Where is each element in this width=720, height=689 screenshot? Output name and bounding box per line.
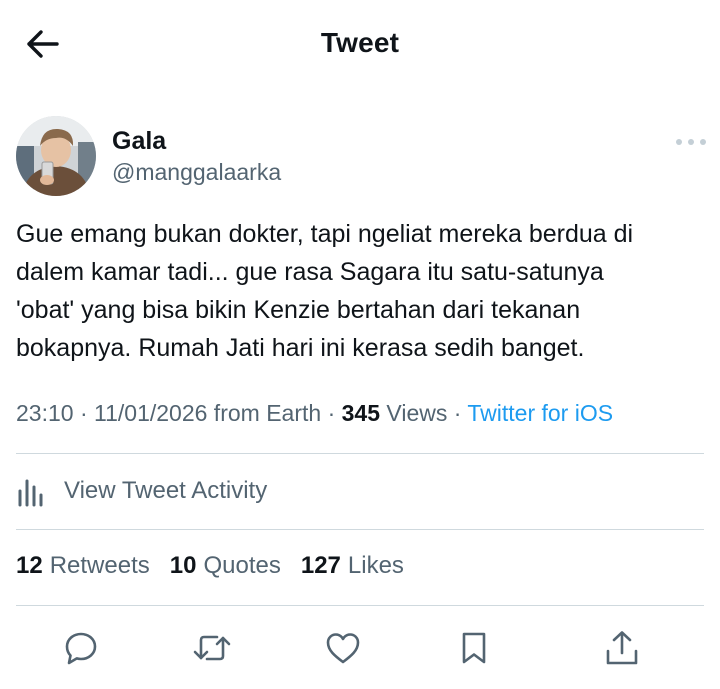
tweet-stats: 12 Retweets 10 Quotes 127 Likes bbox=[16, 552, 424, 584]
more-horizontal-icon bbox=[676, 139, 682, 145]
retweets-label: Retweets bbox=[49, 552, 150, 579]
likes-label: Likes bbox=[347, 552, 404, 579]
more-horizontal-icon-dot bbox=[700, 139, 706, 145]
tweet-date[interactable]: 11/01/2026 from Earth bbox=[94, 400, 321, 426]
meta-separator: · bbox=[321, 400, 342, 426]
display-name[interactable]: Gala bbox=[112, 127, 166, 156]
meta-separator: · bbox=[73, 400, 95, 426]
analytics-bars-icon bbox=[16, 471, 56, 511]
quotes-label: Quotes bbox=[203, 552, 281, 579]
divider bbox=[16, 453, 704, 454]
retweets-stat[interactable]: 12 Retweets bbox=[16, 552, 150, 580]
avatar[interactable] bbox=[16, 116, 96, 196]
more-options-button[interactable] bbox=[676, 132, 706, 152]
tweet-time[interactable]: 23:10 bbox=[16, 400, 74, 426]
reply-icon bbox=[65, 632, 97, 665]
reply-button[interactable] bbox=[59, 626, 103, 670]
top-bar: Tweet bbox=[0, 0, 720, 88]
tweet-text: Gue emang bukan dokter, tapi ngeliat mer… bbox=[16, 220, 634, 362]
divider bbox=[16, 605, 704, 606]
user-handle[interactable]: @manggalaarka bbox=[112, 159, 281, 186]
share-icon bbox=[606, 631, 638, 665]
bookmark-icon bbox=[462, 632, 486, 664]
retweets-count: 12 bbox=[16, 552, 43, 579]
page-title: Tweet bbox=[320, 27, 400, 58]
tweet-source-link[interactable]: Twitter for iOS bbox=[467, 400, 613, 426]
more-horizontal-icon-dot bbox=[688, 139, 694, 145]
tweet-author: Gala @manggalaarka bbox=[16, 116, 706, 198]
views-count: 345 bbox=[341, 400, 381, 426]
likes-stat[interactable]: 127 Likes bbox=[301, 552, 404, 580]
views-label: Views bbox=[386, 400, 448, 426]
bookmark-button[interactable] bbox=[452, 626, 496, 670]
quotes-stat[interactable]: 10 Quotes bbox=[170, 552, 281, 580]
retweet-button[interactable] bbox=[190, 626, 234, 670]
view-tweet-activity-label: View Tweet Activity bbox=[64, 477, 268, 504]
divider bbox=[16, 529, 704, 530]
retweet-icon bbox=[193, 635, 231, 661]
meta-separator: · bbox=[447, 400, 468, 426]
likes-count: 127 bbox=[300, 552, 341, 579]
share-button[interactable] bbox=[600, 626, 644, 670]
avatar-image bbox=[16, 116, 96, 196]
like-icon bbox=[326, 633, 360, 664]
view-tweet-activity-button[interactable]: View Tweet Activity bbox=[16, 462, 704, 520]
quotes-count: 10 bbox=[169, 552, 197, 579]
like-button[interactable] bbox=[321, 626, 365, 670]
tweet-metadata: 23:10 · 11/01/2026 from Earth · 345 View… bbox=[16, 400, 613, 427]
tweet-action-bar bbox=[0, 620, 720, 676]
